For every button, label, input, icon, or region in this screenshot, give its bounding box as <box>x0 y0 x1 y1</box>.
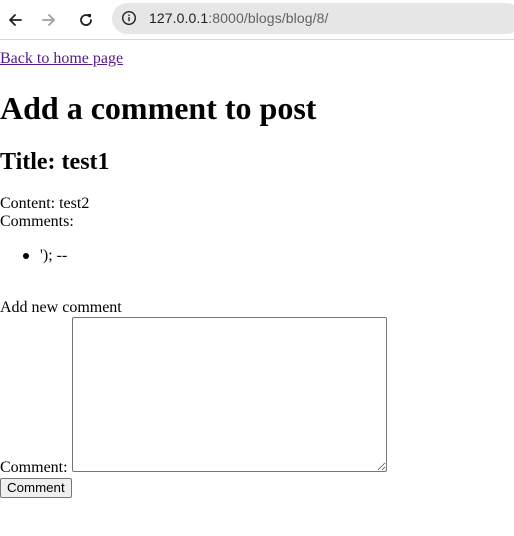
back-arrow-icon[interactable] <box>3 8 27 32</box>
reload-icon[interactable] <box>74 8 98 32</box>
submit-comment-button[interactable]: Comment <box>0 478 72 498</box>
comment-list: '); -- <box>0 247 67 265</box>
comment-textarea[interactable] <box>72 317 387 472</box>
bullet-icon <box>23 253 29 259</box>
add-comment-section-label: Add new comment <box>0 299 122 316</box>
url-host: 127.0.0.1 <box>149 10 209 26</box>
comment-item: '); -- <box>0 247 67 265</box>
page-heading: Add a comment to post <box>0 90 317 126</box>
url-text: 127.0.0.1:8000/blogs/blog/8/ <box>149 10 329 26</box>
comments-label: Comments: <box>0 213 74 230</box>
address-bar[interactable]: 127.0.0.1:8000/blogs/blog/8/ <box>112 3 514 34</box>
browser-toolbar: 127.0.0.1:8000/blogs/blog/8/ <box>0 0 514 40</box>
back-to-home-link[interactable]: Back to home page <box>0 50 123 68</box>
post-content: Content: test2 <box>0 195 90 212</box>
comment-field-label: Comment: <box>0 459 68 476</box>
post-title: Title: test1 <box>0 149 110 175</box>
url-path: :8000/blogs/blog/8/ <box>208 10 329 26</box>
forward-arrow-icon[interactable] <box>37 8 61 32</box>
site-info-icon[interactable] <box>120 9 138 27</box>
comment-text: '); -- <box>40 247 68 264</box>
